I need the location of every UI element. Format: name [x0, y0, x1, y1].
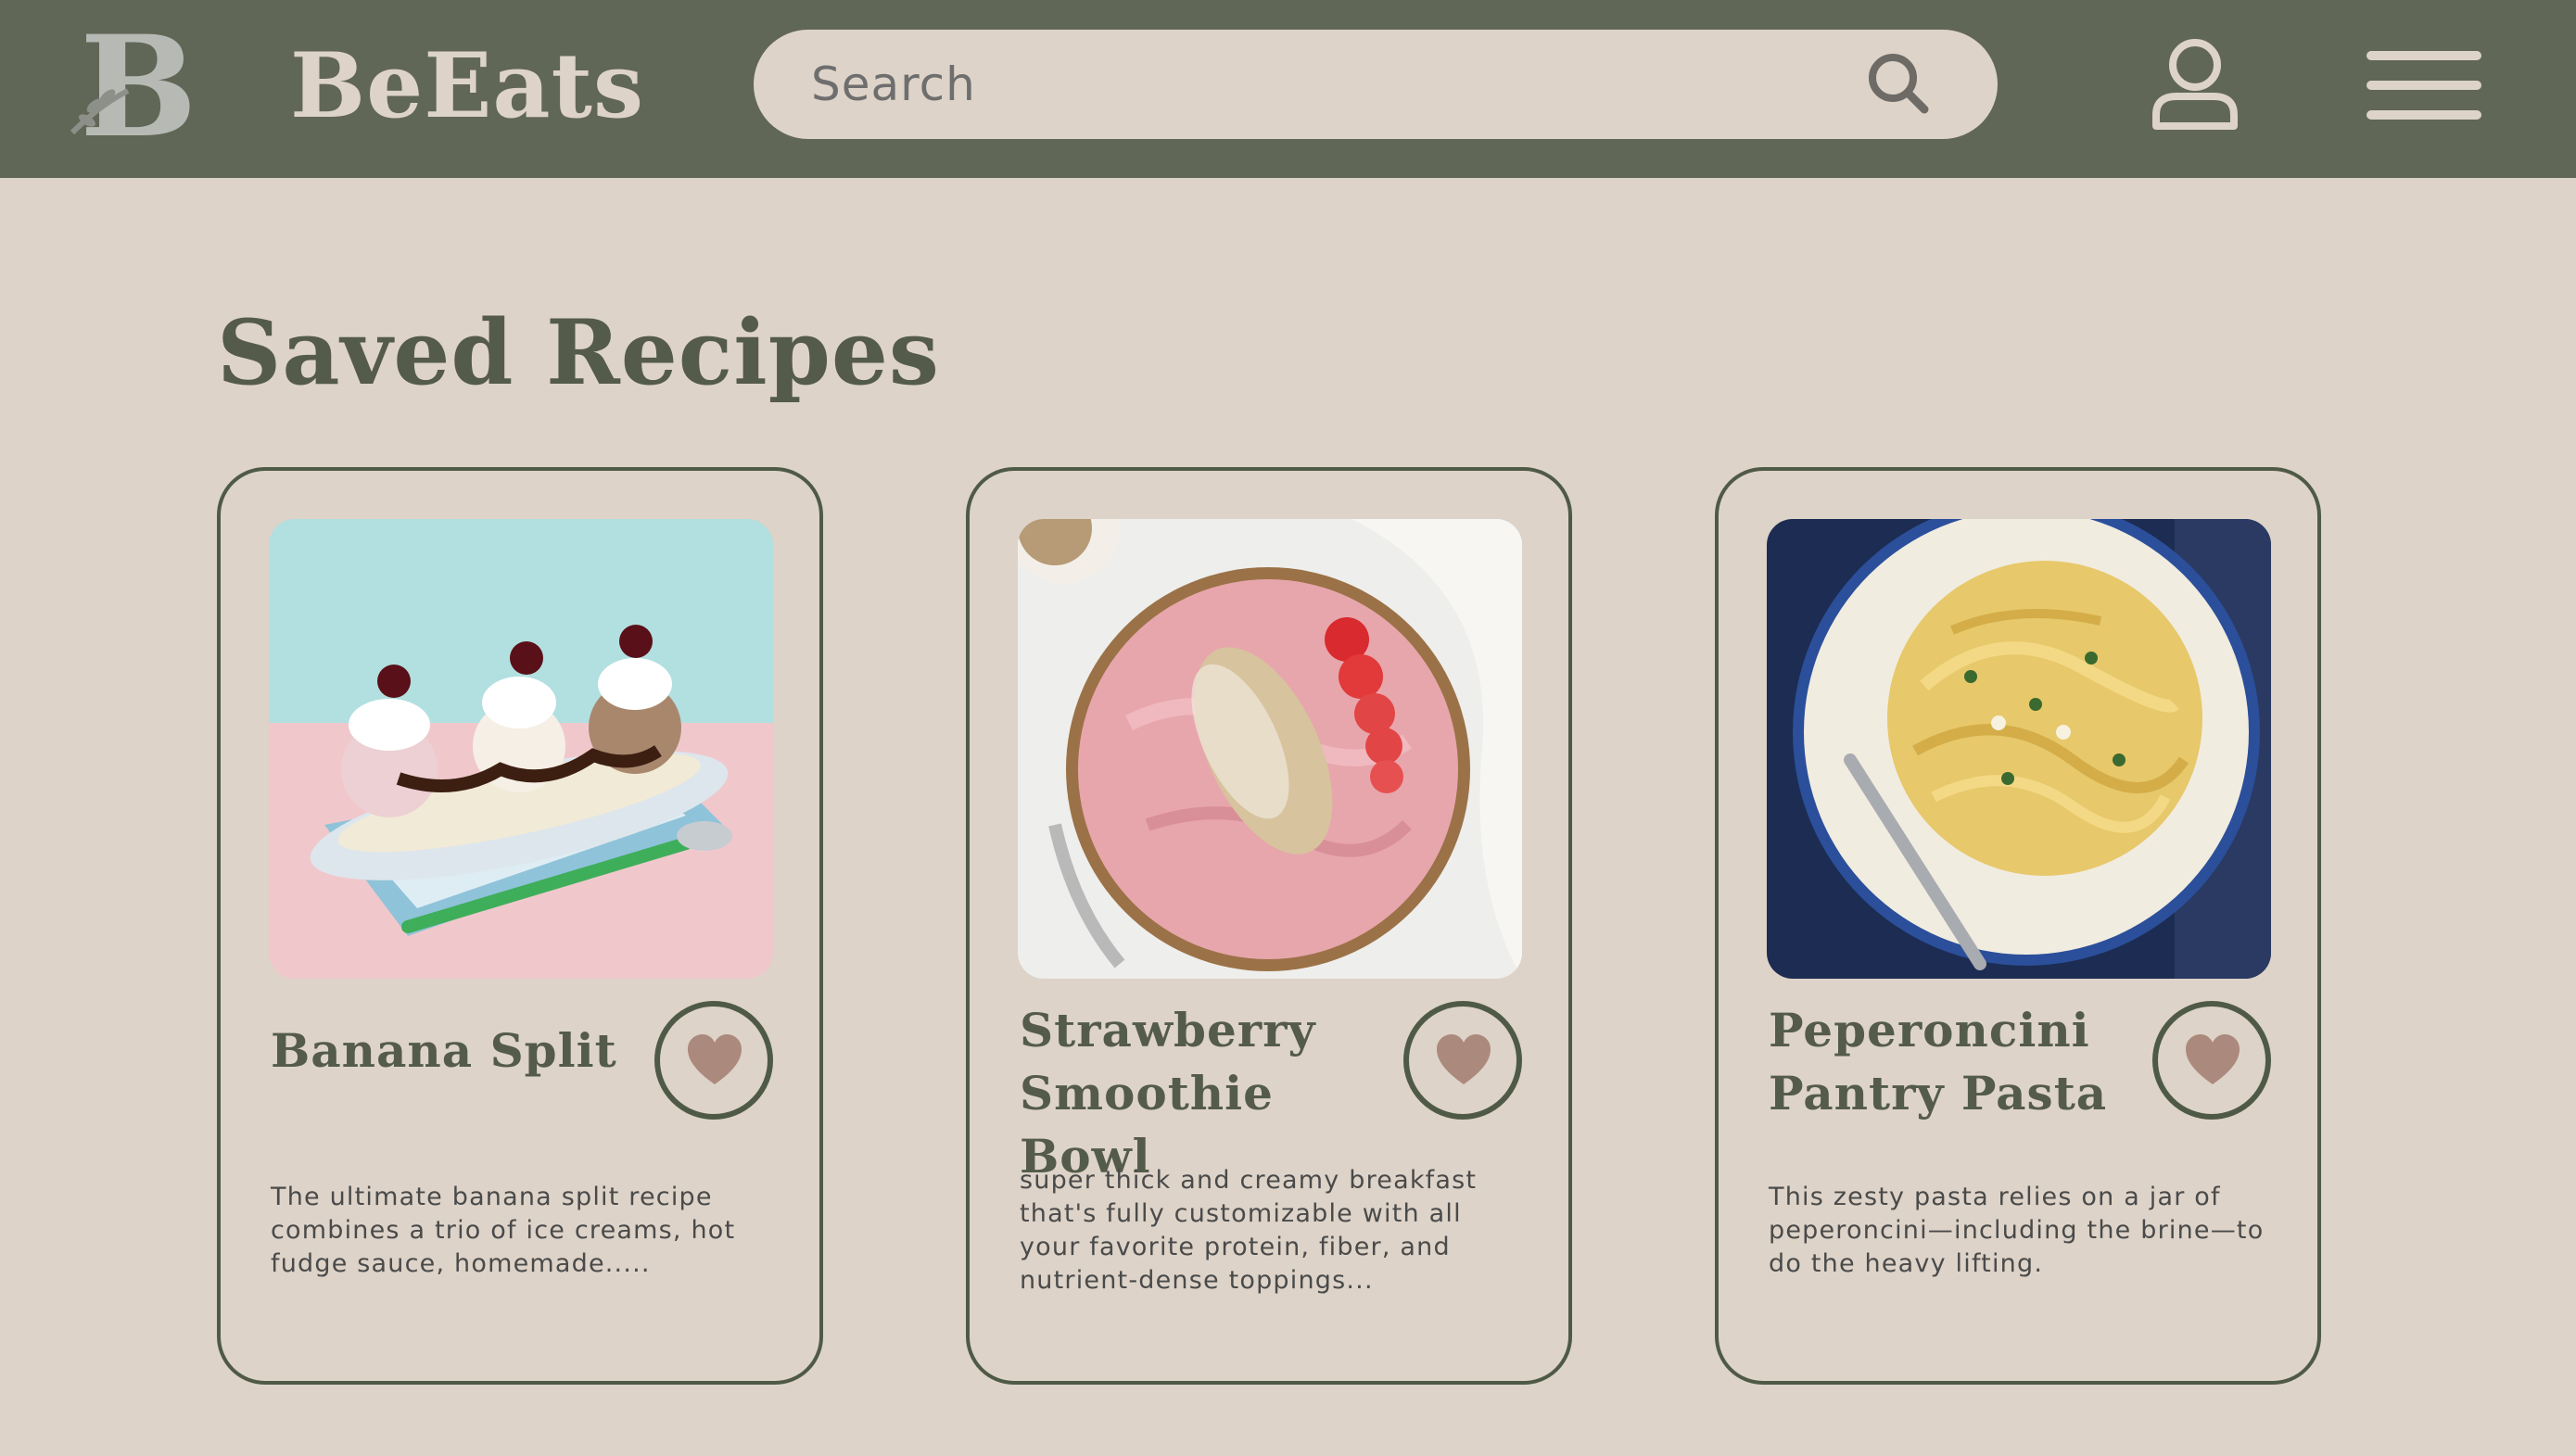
- search-bar[interactable]: [754, 30, 1998, 139]
- search-input[interactable]: [811, 52, 1812, 117]
- recipe-description: This zesty pasta relies on a jar of pepe…: [1769, 1183, 2265, 1278]
- save-recipe-button[interactable]: [2152, 1001, 2271, 1120]
- save-recipe-button[interactable]: [1403, 1001, 1522, 1120]
- recipe-image[interactable]: [269, 519, 773, 979]
- recipe-title[interactable]: Peperoncini Pantry Pasta: [1769, 999, 2139, 1125]
- recipe-title[interactable]: Banana Split: [271, 1019, 641, 1083]
- logo-icon[interactable]: B: [63, 17, 202, 146]
- page-title: Saved Recipes: [217, 300, 940, 405]
- heart-icon: [1437, 1034, 1491, 1084]
- recipe-image[interactable]: [1767, 519, 2271, 979]
- user-icon[interactable]: [2149, 33, 2241, 135]
- save-recipe-button[interactable]: [654, 1001, 773, 1120]
- search-icon[interactable]: [1863, 48, 1937, 122]
- recipe-image[interactable]: [1018, 519, 1522, 979]
- brand-name[interactable]: BeEats: [290, 33, 644, 138]
- recipe-description: The ultimate banana split recipe combine…: [271, 1183, 736, 1278]
- top-navigation-bar: B BeEats: [0, 0, 2576, 178]
- recipe-card-banana-split[interactable]: Banana Split The ultimate banana split r…: [217, 467, 823, 1385]
- svg-text:B: B: [80, 17, 197, 146]
- heart-icon: [2186, 1034, 2240, 1084]
- recipe-card-strawberry-smoothie-bowl[interactable]: Strawberry Smoothie Bowl super thick and…: [966, 467, 1572, 1385]
- heart-icon: [688, 1034, 742, 1084]
- recipe-title[interactable]: Strawberry Smoothie Bowl: [1020, 999, 1390, 1188]
- menu-icon[interactable]: [2366, 48, 2482, 122]
- recipe-description: super thick and creamy breakfast that's …: [1020, 1166, 1478, 1295]
- recipe-card-peperoncini-pantry-pasta[interactable]: Peperoncini Pantry Pasta This zesty past…: [1715, 467, 2321, 1385]
